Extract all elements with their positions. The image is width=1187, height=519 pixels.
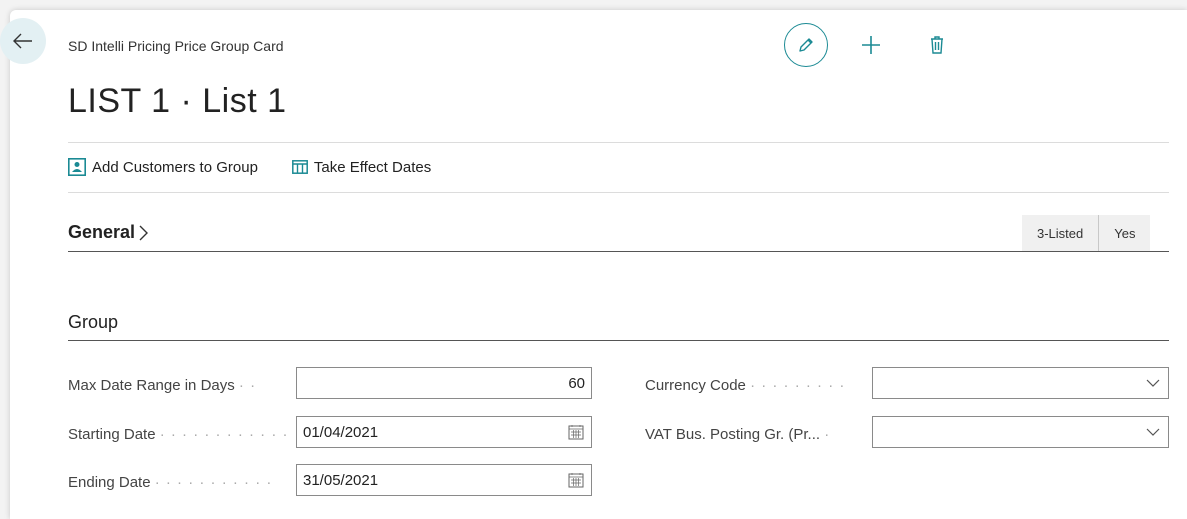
chevron-down-icon [1138,428,1168,436]
currency-code-select[interactable] [872,367,1169,399]
add-customers-to-group-label: Add Customers to Group [92,158,258,176]
vat-bus-posting-select[interactable] [872,416,1169,448]
action-bar: Add Customers to Group Take Effect Dates [68,158,465,176]
ending-date-label: Ending Date · · · · · · · · · · · [68,474,273,491]
group-divider [68,340,1169,341]
active-badge: Yes [1098,215,1151,251]
ending-date-field[interactable]: 31/05/2021 [296,464,592,496]
arrow-left-icon [13,33,32,49]
vat-bus-posting-label: VAT Bus. Posting Gr. (Pr... · [645,426,831,443]
general-summary-badges: 3-Listed Yes [1022,215,1151,251]
ending-date-value: 31/05/2021 [303,471,379,489]
add-customers-to-group-action[interactable]: Add Customers to Group [68,158,258,176]
header-actions [784,23,952,67]
back-button[interactable] [0,18,46,64]
header-divider [68,142,1169,143]
chevron-down-icon [1138,379,1168,387]
breadcrumb: SD Intelli Pricing Price Group Card [68,38,284,54]
take-effect-dates-action[interactable]: Take Effect Dates [291,158,432,176]
currency-code-label: Currency Code · · · · · · · · · [645,377,846,394]
max-date-range-value: 60 [568,374,585,392]
user-group-icon [68,158,86,176]
section-group-title: Group [68,312,119,332]
delete-button[interactable] [922,30,952,60]
plus-icon [862,36,880,54]
actionbar-divider [68,192,1169,193]
new-button[interactable] [856,30,886,60]
calendar-icon[interactable] [561,472,591,488]
starting-date-field[interactable]: 01/04/2021 [296,416,592,448]
chevron-right-icon [139,225,149,240]
general-divider [68,251,1169,252]
edit-button[interactable] [784,23,828,67]
max-date-range-label: Max Date Range in Days · · [68,377,257,394]
starting-date-value: 01/04/2021 [303,423,379,441]
calendar-icon[interactable] [561,424,591,440]
page-title: LIST 1 · List 1 [68,82,287,120]
section-general-header[interactable]: General [68,222,150,243]
table-icon [291,160,308,174]
take-effect-dates-label: Take Effect Dates [313,158,432,176]
pencil-icon [799,38,813,52]
starting-date-label: Starting Date · · · · · · · · · · · · [68,426,289,443]
trash-icon [931,36,943,54]
status-badge: 3-Listed [1022,215,1099,251]
max-date-range-field[interactable]: 60 [296,367,592,399]
section-general-title: General [68,222,136,242]
